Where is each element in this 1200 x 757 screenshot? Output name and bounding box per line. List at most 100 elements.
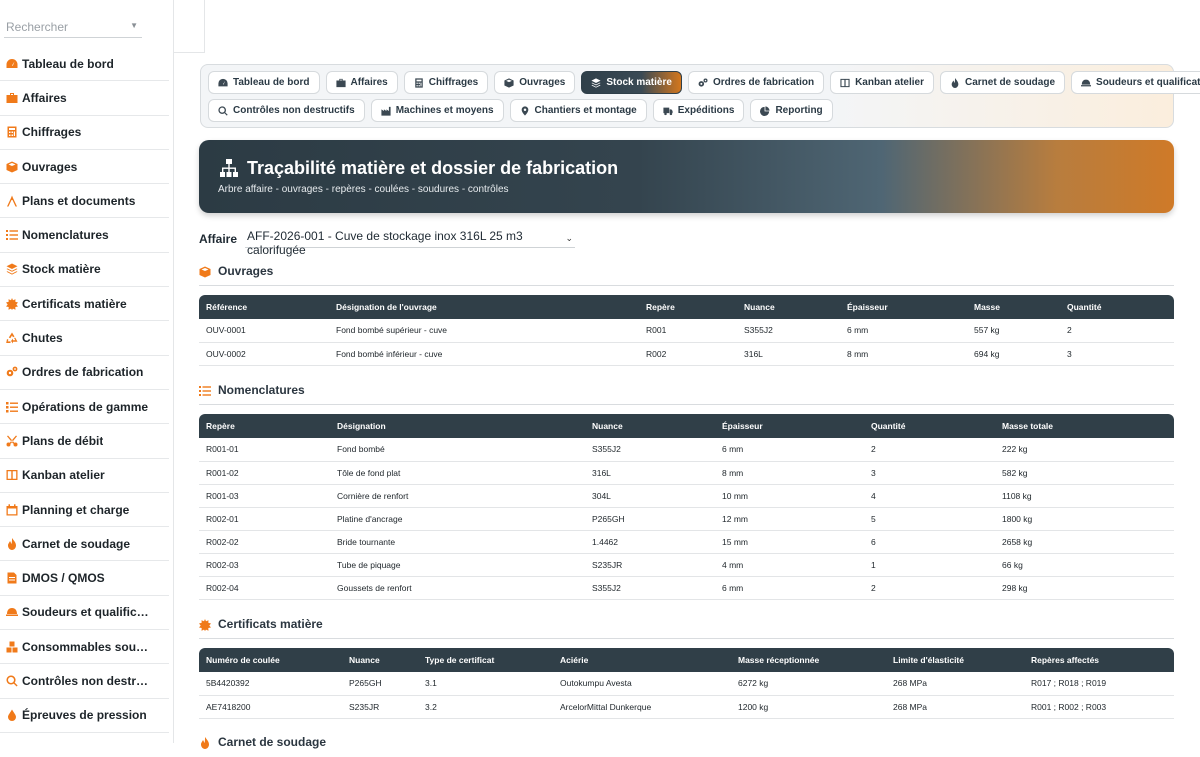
table-row[interactable]: R002-04 Goussets de renfort S355J2 6 mm 2 298… (199, 576, 1174, 600)
dashboard-icon (6, 58, 17, 68)
section-certificats: Certificats matière (199, 617, 1174, 639)
column-header: Quantité (864, 414, 995, 438)
nav-tab-label: Reporting (775, 105, 823, 116)
nomenclatures-table: Repère Désignation Nuance Épaisseur Quantité… (199, 414, 1174, 600)
column-header: Masse (967, 295, 1060, 319)
table-cell: S355J2 (737, 319, 840, 343)
table-cell: 1108 kg (995, 484, 1174, 508)
sidebar-item[interactable]: Nomenclatures (0, 218, 169, 253)
nav-tab[interactable]: Machines et moyens (370, 99, 504, 122)
sitemap-icon (219, 158, 239, 178)
layers-icon (6, 263, 17, 276)
table-cell: Goussets de renfort (330, 576, 585, 600)
table-cell: R002 (639, 342, 737, 366)
table-cell: 6 mm (715, 438, 864, 462)
dashboard-icon (218, 78, 228, 86)
sidebar-item-label: Carnet de soudage (22, 536, 131, 551)
table-cell: 10 mm (715, 484, 864, 508)
table-cell: 5B4420392 (199, 672, 342, 696)
table-cell: 6272 kg (731, 672, 886, 696)
affaire-select[interactable]: AFF-2026-001 - Cuve de stockage inox 316… (245, 229, 576, 257)
sidebar-item[interactable]: DMOS / QMOS (0, 561, 169, 596)
nav-tab[interactable]: Kanban atelier (830, 71, 934, 94)
page-subtitle: Arbre affaire - ouvrages - repères - cou… (218, 184, 509, 195)
table-cell: 6 (864, 530, 995, 554)
sidebar-item[interactable]: Plans et documents (0, 184, 169, 219)
nav-tab[interactable]: Carnet de soudage (940, 71, 1066, 94)
table-row[interactable]: R001-01 Fond bombé S355J2 6 mm 2 222 kg (199, 438, 1174, 462)
nav-tab[interactable]: Chiffrages (403, 71, 489, 94)
nav-tab-label: Chantiers et montage (534, 105, 637, 116)
boxes-icon (5, 640, 18, 653)
table-row[interactable]: R002-03 Tube de piquage S235JR 4 mm 1 66 kg (199, 553, 1174, 577)
table-cell: Fond bombé inférieur - cuve (329, 342, 639, 366)
flame-icon (201, 737, 209, 749)
table-row[interactable]: R001-02 Tôle de fond plat 316L 8 mm 3 582 kg (199, 461, 1174, 485)
certificats-table: Numéro de coulée Nuance Type de certificat… (199, 648, 1174, 719)
table-row[interactable]: R002-01 Platine d'ancrage P265GH 12 mm 5 1800… (199, 507, 1174, 531)
truck-icon (663, 107, 673, 115)
nav-tab[interactable]: Ordres de fabrication (687, 71, 825, 94)
search-placeholder: Rechercher (6, 20, 69, 34)
sidebar-item-label: Planning et charge (22, 502, 130, 517)
table-row[interactable]: R001-03 Cornière de renfort 304L 10 mm 4 1108… (199, 484, 1174, 508)
section-title: Ouvrages (218, 264, 274, 278)
affaire-select-value: AFF-2026-001 - Cuve de stockage inox 316… (247, 229, 523, 257)
table-row[interactable]: AE7418200 S235JR 3.2 ArcelorMittal Dunkerqu… (199, 695, 1174, 719)
sidebar-item[interactable]: Stock matière (0, 253, 169, 288)
sidebar-item[interactable]: Épreuves de pression (0, 699, 169, 733)
sidebar-item[interactable]: Ordres de fabrication (0, 356, 169, 390)
sidebar-item[interactable]: Planning et charge (0, 493, 169, 528)
table-row[interactable]: OUV-0002 Fond bombé inférieur - cuve R002 3… (199, 342, 1174, 366)
boxes-icon (6, 641, 17, 653)
nav-tab[interactable]: Reporting (750, 99, 833, 122)
sidebar-item[interactable]: Tableau de bord (0, 47, 169, 82)
sidebar-item[interactable]: Contrôles non destr… (0, 664, 169, 699)
top-corner-panel (174, 0, 205, 53)
table-cell: 4 mm (715, 553, 864, 577)
sidebar-item[interactable]: Plans de débit (0, 424, 169, 459)
sidebar-item[interactable]: Opérations de gamme (0, 390, 169, 425)
table-cell: 1200 kg (731, 695, 886, 719)
page-title: Traçabilité matière et dossier de fabric… (247, 158, 619, 178)
nav-tab[interactable]: Tableau de bord (208, 71, 320, 94)
search-select[interactable]: Rechercher ▼ (4, 14, 142, 38)
nav-tab-label: Carnet de soudage (965, 77, 1056, 88)
sidebar-item[interactable]: Ouvrages (0, 150, 169, 185)
table-cell: P265GH (342, 672, 418, 696)
sidebar-item[interactable]: Soudeurs et qualific… (0, 596, 169, 631)
table-row[interactable]: OUV-0001 Fond bombé supérieur - cuve R001 S… (199, 319, 1174, 343)
certificate-icon (5, 297, 18, 310)
recycle-icon (5, 332, 17, 344)
sidebar-item[interactable]: Consommables sou… (0, 630, 169, 665)
table-row[interactable]: R002-02 Bride tournante 1.4462 15 mm 6 2658 k… (199, 530, 1174, 554)
table-cell: Cornière de renfort (330, 484, 585, 508)
table-cell: 1800 kg (995, 507, 1174, 531)
nav-tab[interactable]: Affaires (325, 71, 398, 94)
nav-tab[interactable]: Ouvrages (494, 71, 576, 94)
tasks-icon (5, 401, 18, 413)
nav-tab[interactable]: Contrôles non destructifs (208, 99, 365, 122)
column-header: Repères affectés (1024, 648, 1174, 672)
sidebar-item[interactable]: Kanban atelier (0, 459, 169, 493)
sidebar-item[interactable]: Carnet de soudage (0, 527, 169, 562)
sidebar-item[interactable]: Certificats matière (0, 287, 169, 322)
sidebar-item[interactable]: Chiffrages (0, 116, 169, 150)
sidebar-item-label: Plans de débit (22, 433, 104, 448)
nav-tab[interactable]: Stock matière (581, 71, 682, 94)
nav-tab[interactable]: Chantiers et montage (509, 99, 647, 122)
column-header: Nuance (737, 295, 840, 319)
layers-icon (591, 77, 601, 88)
table-row[interactable]: 5B4420392 P265GH 3.1 Outokumpu Avesta 6272 k… (199, 672, 1174, 696)
document-icon (7, 572, 16, 584)
column-header: Quantité (1060, 295, 1174, 319)
table-cell: S355J2 (585, 576, 715, 600)
sidebar-item[interactable]: Affaires (0, 81, 169, 116)
nav-tab[interactable]: Expéditions (652, 99, 745, 122)
nav-tab[interactable]: Soudeurs et qualifications (1071, 71, 1200, 94)
column-header: Nuance (585, 414, 715, 438)
pin-icon (521, 105, 528, 116)
table-cell: R002-01 (199, 507, 330, 531)
scissors-icon (5, 434, 18, 447)
sidebar-item[interactable]: Chutes (0, 321, 169, 356)
